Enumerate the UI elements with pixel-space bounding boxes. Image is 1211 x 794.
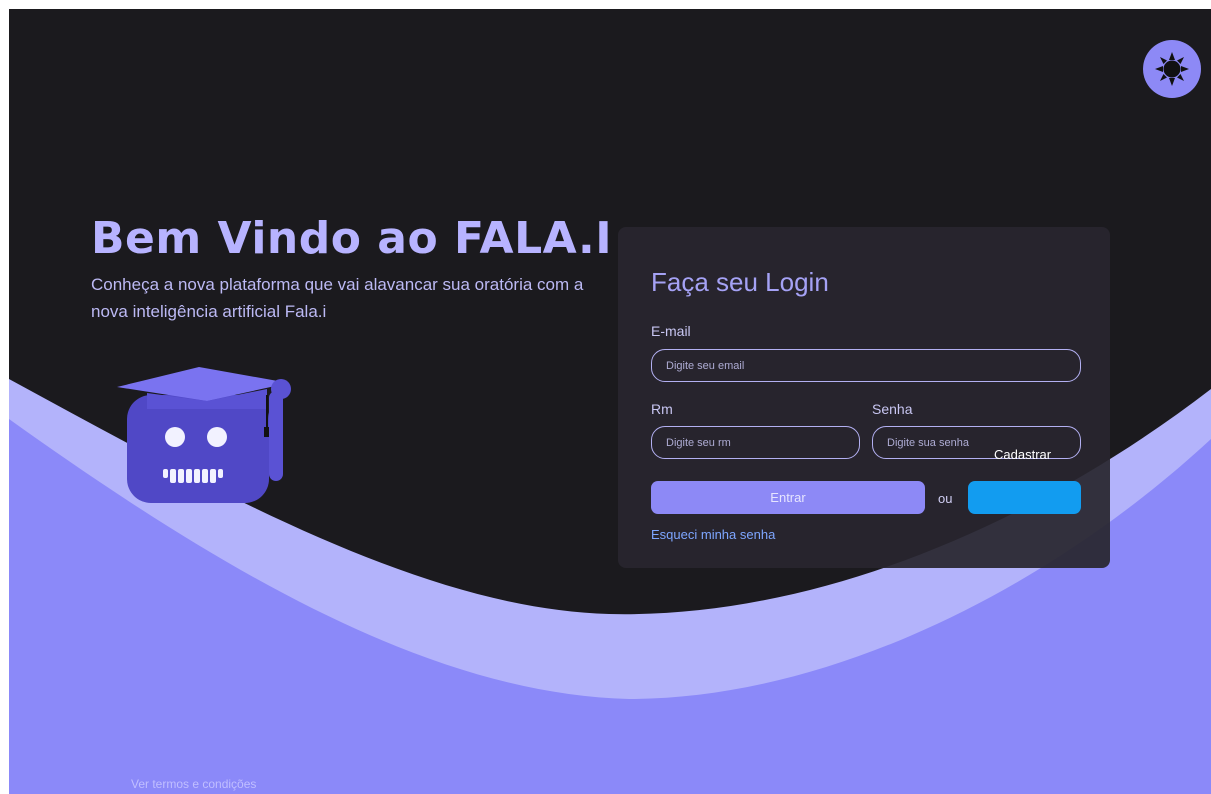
forgot-password-link[interactable]: Esqueci minha senha xyxy=(651,527,775,542)
register-button[interactable] xyxy=(968,481,1081,514)
robot-mascot-icon xyxy=(117,367,291,503)
terms-link[interactable]: Ver termos e condições xyxy=(131,777,256,791)
email-label: E-mail xyxy=(651,323,691,339)
or-separator: ou xyxy=(938,491,953,506)
theme-toggle-button[interactable] xyxy=(1143,40,1201,98)
page-frame: Bem Vindo ao FALA.I Conheça a nova plata… xyxy=(9,9,1211,794)
register-label[interactable]: Cadastrar xyxy=(994,447,1051,462)
sun-icon xyxy=(1155,52,1189,86)
login-card: Faça seu Login E-mail Rm Senha Cadastrar… xyxy=(618,227,1110,568)
login-button[interactable]: Entrar xyxy=(651,481,925,514)
rm-field[interactable] xyxy=(651,426,860,459)
login-title: Faça seu Login xyxy=(651,267,829,297)
email-field[interactable] xyxy=(651,349,1081,382)
hero-subtitle: Conheça a nova plataforma que vai alavan… xyxy=(91,275,584,321)
password-label: Senha xyxy=(872,401,913,417)
hero-title: Bem Vindo ao FALA.I xyxy=(91,213,613,264)
rm-label: Rm xyxy=(651,401,673,417)
